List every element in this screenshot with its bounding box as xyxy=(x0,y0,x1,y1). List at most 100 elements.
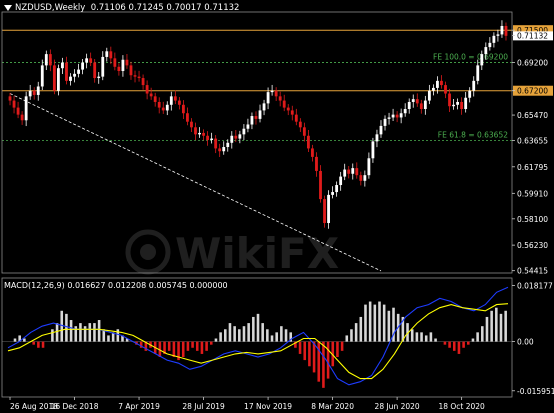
candle-body xyxy=(222,147,226,152)
candle-body xyxy=(363,175,367,181)
candle-body xyxy=(476,65,480,81)
candle-body xyxy=(65,62,68,81)
candle-body xyxy=(423,100,427,110)
candle-body xyxy=(403,109,407,114)
chart-window: WikiFX FE 100.0 = 0.69200 FE 61.8 = 0.636… xyxy=(0,0,554,413)
candle-body xyxy=(61,62,64,69)
x-tick-label: 17 Nov 2019 xyxy=(244,402,292,411)
candle-body xyxy=(109,51,113,59)
candle-body xyxy=(452,104,455,107)
candle-body xyxy=(12,100,16,108)
candle-body xyxy=(399,113,403,118)
candle-body xyxy=(73,73,76,77)
candle-body xyxy=(407,101,411,110)
candle-body xyxy=(210,138,214,140)
macd-header: MACD(12,26,9) 0.016627 0.012208 0.005745… xyxy=(4,281,228,290)
candle-body xyxy=(89,58,93,63)
macd-y-tick-label: 0.00 xyxy=(517,338,534,347)
candle-body xyxy=(125,59,129,66)
candle-body xyxy=(234,135,238,139)
candle-body xyxy=(484,47,488,55)
x-tick-label: 28 Jun 2020 xyxy=(375,402,420,411)
candle-body xyxy=(460,101,464,110)
candle-body xyxy=(93,62,97,79)
candle-body xyxy=(290,110,294,115)
candle-body xyxy=(431,87,435,91)
candle-body xyxy=(169,96,173,105)
macd-panel xyxy=(2,286,512,388)
candle-body xyxy=(335,185,339,193)
candle-body xyxy=(254,116,258,119)
candle-body xyxy=(306,135,310,149)
candle-body xyxy=(436,80,439,88)
candle-body xyxy=(387,117,391,119)
triangle-down-icon[interactable] xyxy=(4,4,12,11)
y-tick-label: 0.61795 xyxy=(517,163,548,172)
x-tick-label: 16 Dec 2018 xyxy=(51,402,99,411)
candle-body xyxy=(81,62,85,70)
candle-body xyxy=(242,128,246,135)
y-tick-label: 0.71132 xyxy=(517,31,548,40)
candle-body xyxy=(48,54,52,66)
candle-body xyxy=(238,134,242,139)
macd-name: MACD(12,26,9) xyxy=(4,281,65,290)
candle-body xyxy=(355,168,359,176)
candle-body xyxy=(440,80,443,86)
chart-header: NZDUSD,Weekly 0.71106 0.71245 0.70017 0.… xyxy=(4,3,239,13)
candle-body xyxy=(113,58,117,67)
candle-body xyxy=(141,78,145,86)
candle-body xyxy=(181,104,185,114)
candle-body xyxy=(371,141,375,159)
candle-body xyxy=(198,132,201,135)
candle-body xyxy=(44,54,48,66)
candle-body xyxy=(319,170,322,200)
candle-body xyxy=(246,124,250,129)
candle-body xyxy=(456,101,460,105)
y-tick-label: 0.59910 xyxy=(517,189,548,198)
chart-canvas: WikiFX FE 100.0 = 0.69200 FE 61.8 = 0.636… xyxy=(1,11,554,411)
candle-body xyxy=(177,100,181,105)
y-tick-label: 0.67200 xyxy=(517,87,548,96)
candle-body xyxy=(165,104,169,111)
macd-value-4: 0.000000 xyxy=(189,281,228,290)
candle-body xyxy=(327,194,330,224)
candle-body xyxy=(311,148,314,157)
candle-body xyxy=(298,121,302,128)
candle-body xyxy=(411,99,415,102)
candle-body xyxy=(186,113,189,122)
candle-body xyxy=(496,34,500,36)
candle-body xyxy=(266,92,270,104)
candle-body xyxy=(250,116,254,125)
candle-body xyxy=(77,69,80,74)
candle-body xyxy=(274,90,278,97)
candle-body xyxy=(20,114,24,121)
candle-body xyxy=(129,65,133,76)
candle-body xyxy=(339,176,343,186)
candle-body xyxy=(347,169,351,174)
candle-body xyxy=(270,90,274,93)
candle-body xyxy=(480,54,484,66)
candle-body xyxy=(427,90,431,101)
candle-body xyxy=(468,90,472,98)
candle-body xyxy=(202,132,205,136)
candle-body xyxy=(492,35,496,43)
candle-body xyxy=(448,93,451,107)
macd-value-3: 0.005745 xyxy=(148,281,187,290)
candle-body xyxy=(343,169,347,177)
candle-body xyxy=(218,148,222,152)
macd-y-tick-label: -0.015951 xyxy=(517,387,554,396)
open-value: 0.71106 xyxy=(90,3,126,13)
candle-body xyxy=(194,127,197,135)
candle-body xyxy=(367,158,371,176)
candle-body xyxy=(395,114,399,118)
candle-body xyxy=(294,114,298,122)
candle-body xyxy=(161,107,165,111)
candle-body xyxy=(315,156,318,171)
candle-body xyxy=(375,134,379,142)
candle-body xyxy=(121,59,125,72)
candle-body xyxy=(137,76,141,79)
fib-level-label: FE 61.8 = 0.63652 xyxy=(438,131,508,140)
candle-body xyxy=(32,90,36,95)
y-tick-label: 0.56230 xyxy=(517,241,548,250)
candle-body xyxy=(282,100,286,108)
